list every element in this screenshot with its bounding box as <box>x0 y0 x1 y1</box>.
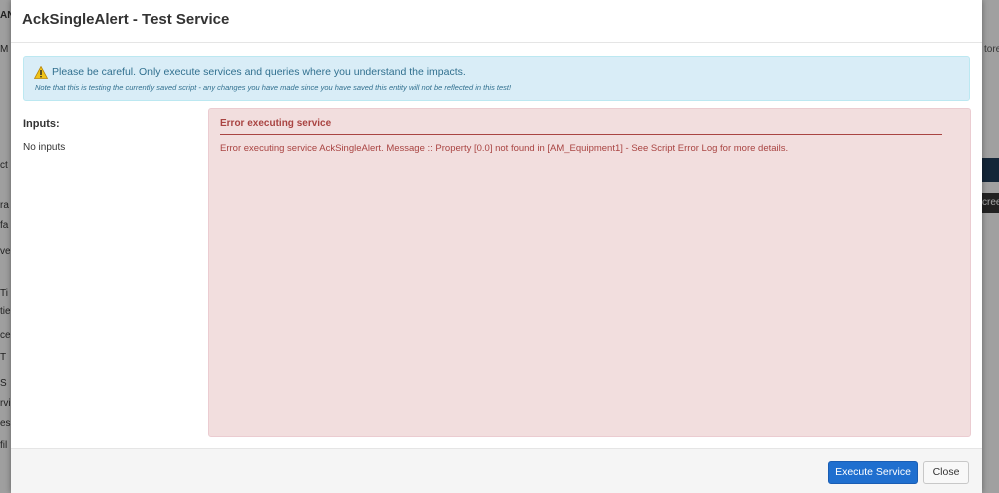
modal-header: AckSingleAlert - Test Service <box>11 0 982 43</box>
execute-service-button[interactable]: Execute Service <box>828 461 918 484</box>
inputs-label: Inputs: <box>23 118 60 130</box>
error-message: Error executing service AckSingleAlert. … <box>220 143 789 154</box>
modal-title: AckSingleAlert - Test Service <box>22 11 230 28</box>
test-service-modal: AckSingleAlert - Test Service Please be … <box>11 0 982 493</box>
no-inputs-text: No inputs <box>23 142 66 153</box>
alert-note-text: Note that this is testing the currently … <box>35 83 512 92</box>
alert-main-text: Please be careful. Only execute services… <box>52 66 466 78</box>
error-panel: Error executing service Error executing … <box>208 108 971 437</box>
error-title: Error executing service <box>220 118 332 129</box>
warning-icon <box>34 66 48 79</box>
error-divider <box>220 134 942 135</box>
close-button[interactable]: Close <box>923 461 969 484</box>
caution-alert: Please be careful. Only execute services… <box>23 56 970 101</box>
modal-footer: Execute Service Close <box>11 448 982 493</box>
